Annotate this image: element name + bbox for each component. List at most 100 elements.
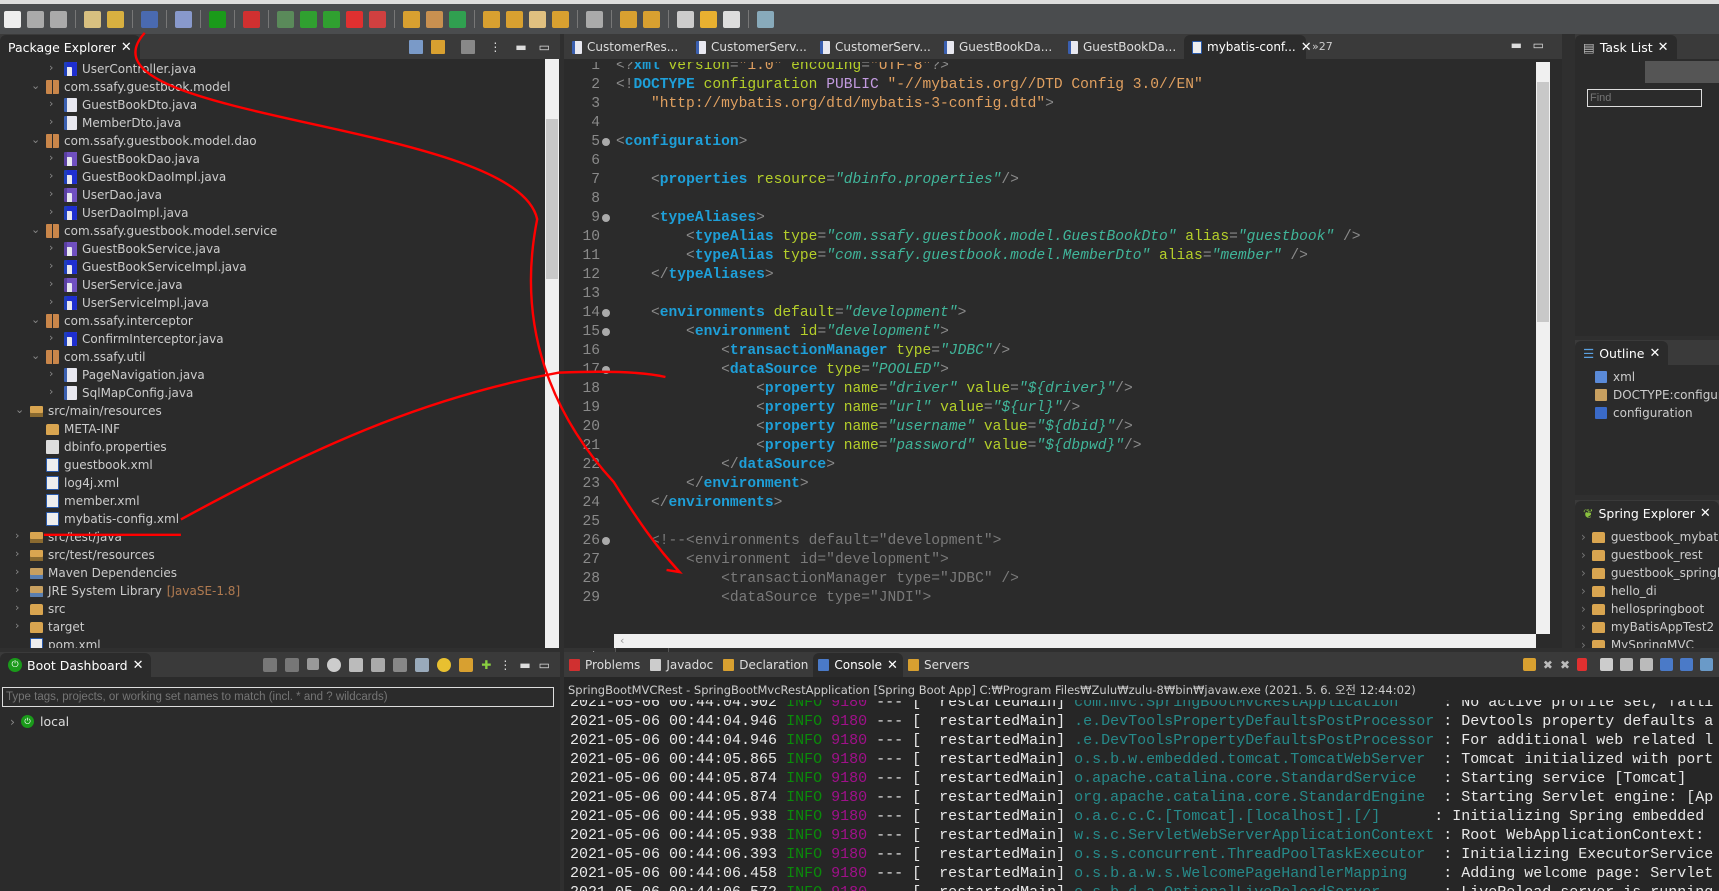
- chevron-right-icon[interactable]: ›: [1581, 584, 1586, 598]
- link-icon[interactable]: [459, 658, 474, 672]
- toolbar-button-icon[interactable]: [506, 10, 523, 28]
- console-icon[interactable]: [349, 658, 364, 672]
- toolbar-button-icon[interactable]: [243, 10, 260, 28]
- toolbar-button-icon[interactable]: [369, 10, 386, 28]
- tab-outline[interactable]: ☰ Outline ✕: [1575, 341, 1669, 365]
- minimize-icon[interactable]: ▬: [519, 658, 530, 672]
- minimize-icon[interactable]: ▬: [515, 40, 526, 54]
- tab-spring-explorer[interactable]: ❦ Spring Explorer ✕: [1575, 501, 1719, 525]
- new-task-button[interactable]: [1645, 61, 1719, 83]
- outline-item[interactable]: configuration: [1595, 406, 1693, 420]
- tree-item[interactable]: src/main/resources: [30, 402, 162, 420]
- tree-item[interactable]: ConfirmInterceptor.java: [64, 330, 224, 348]
- editor-hscrollbar[interactable]: ‹: [614, 634, 1536, 648]
- editor-tab[interactable]: CustomerServ...: [812, 35, 936, 59]
- fold-toggle-icon[interactable]: [602, 214, 610, 222]
- chevron-right-icon[interactable]: ›: [49, 295, 59, 308]
- toolbar-button-icon[interactable]: [346, 10, 363, 28]
- tree-item[interactable]: GuestBookDto.java: [64, 96, 197, 114]
- open-console-icon[interactable]: [1700, 658, 1713, 671]
- tab-task-list[interactable]: ▤ Task List ✕: [1575, 35, 1677, 59]
- editor-tab[interactable]: CustomerRes...: [564, 35, 688, 59]
- spring-project-item[interactable]: › myBatisAppTest2: [1581, 620, 1714, 634]
- toolbar-button-icon[interactable]: [107, 10, 124, 28]
- collapse-all-icon[interactable]: [409, 40, 424, 54]
- chevron-down-icon[interactable]: ⌄: [15, 403, 25, 416]
- tree-item[interactable]: PageNavigation.java: [64, 366, 205, 384]
- fold-toggle-icon[interactable]: [602, 537, 610, 545]
- close-icon[interactable]: ✕: [1700, 506, 1711, 521]
- minimize-icon[interactable]: ▬: [1511, 38, 1522, 52]
- tab-boot-dashboard[interactable]: ⏻ Boot Dashboard ✕: [0, 653, 152, 677]
- tree-item[interactable]: com.ssafy.guestbook.model: [46, 78, 231, 96]
- close-icon[interactable]: ✕: [1649, 346, 1660, 361]
- chevron-right-icon[interactable]: ›: [49, 331, 59, 344]
- spring-project-item[interactable]: › guestbook_mybatis: [1581, 530, 1719, 544]
- toolbar-button-icon[interactable]: [4, 10, 21, 28]
- tree-item[interactable]: com.ssafy.util: [46, 348, 146, 366]
- tree-item[interactable]: com.ssafy.interceptor: [46, 312, 193, 330]
- tree-item[interactable]: target: [30, 618, 85, 636]
- tree-item[interactable]: Maven Dependencies: [30, 564, 177, 582]
- close-icon[interactable]: ✕: [133, 658, 144, 673]
- toolbar-button-icon[interactable]: [323, 10, 340, 28]
- add-icon[interactable]: ✚: [481, 658, 491, 672]
- toolbar-button-icon[interactable]: [84, 10, 101, 28]
- link-with-editor-icon[interactable]: [431, 40, 446, 54]
- pin-icon[interactable]: [1522, 658, 1536, 671]
- chevron-right-icon[interactable]: ›: [49, 169, 59, 182]
- stop-icon[interactable]: [307, 658, 320, 670]
- filter-icon[interactable]: [461, 40, 476, 54]
- chevron-right-icon[interactable]: ›: [49, 97, 59, 110]
- close-icon[interactable]: ✕: [121, 40, 132, 55]
- chevron-right-icon[interactable]: ›: [15, 601, 25, 614]
- spring-project-item[interactable]: › guestbook_rest: [1581, 548, 1703, 562]
- chevron-right-icon[interactable]: ›: [15, 547, 25, 560]
- tree-item[interactable]: JRE System Library [JavaSE-1.8]: [30, 582, 240, 600]
- toolbar-button-icon[interactable]: [175, 10, 192, 28]
- remove-launch-icon[interactable]: ✖: [1543, 658, 1553, 672]
- toolbar-button-icon[interactable]: [209, 10, 226, 28]
- tab-overflow-button[interactable]: »27: [1312, 40, 1333, 53]
- chevron-down-icon[interactable]: ⌄: [31, 349, 41, 362]
- toolbar-button-icon[interactable]: [449, 10, 466, 28]
- refresh-icon[interactable]: [371, 658, 386, 672]
- chevron-right-icon[interactable]: ›: [49, 151, 59, 164]
- tree-item[interactable]: UserController.java: [64, 60, 196, 78]
- toolbar-button-icon[interactable]: [700, 10, 717, 28]
- tree-item[interactable]: UserServiceImpl.java: [64, 294, 209, 312]
- show-on-error-icon[interactable]: [1680, 658, 1693, 671]
- spring-project-item[interactable]: › hellospringboot: [1581, 602, 1704, 616]
- properties-icon[interactable]: [415, 658, 430, 672]
- fold-toggle-icon[interactable]: [602, 328, 610, 336]
- fold-toggle-icon[interactable]: [602, 309, 610, 317]
- chevron-right-icon[interactable]: ›: [49, 277, 59, 290]
- word-wrap-icon[interactable]: [1640, 658, 1653, 671]
- tree-item[interactable]: log4j.xml: [46, 474, 119, 492]
- chevron-right-icon[interactable]: ›: [49, 187, 59, 200]
- chevron-right-icon[interactable]: ›: [1581, 566, 1586, 580]
- tree-item[interactable]: com.ssafy.guestbook.model.dao: [46, 132, 257, 150]
- tab-servers[interactable]: Servers: [903, 653, 975, 677]
- toolbar-button-icon[interactable]: [300, 10, 317, 28]
- xml-source-editor[interactable]: 1 <?xml version="1.0" encoding="UTF-8"?> 2…: [564, 62, 1544, 622]
- tree-item[interactable]: member.xml: [46, 492, 140, 510]
- tree-scrollbar[interactable]: [545, 59, 559, 648]
- chevron-right-icon[interactable]: ›: [49, 259, 59, 272]
- chevron-right-icon[interactable]: ›: [49, 367, 59, 380]
- chevron-right-icon[interactable]: ›: [49, 115, 59, 128]
- chevron-right-icon[interactable]: ›: [49, 205, 59, 218]
- toolbar-button-icon[interactable]: [277, 10, 294, 28]
- tree-item[interactable]: GuestBookService.java: [64, 240, 220, 258]
- fold-toggle-icon[interactable]: [602, 366, 610, 374]
- chevron-right-icon[interactable]: ›: [1581, 602, 1586, 616]
- tab-problems[interactable]: Problems: [564, 653, 645, 677]
- toolbar-button-icon[interactable]: [529, 10, 546, 28]
- toolbar-button-icon[interactable]: [643, 10, 660, 28]
- chevron-right-icon[interactable]: ›: [1581, 548, 1586, 562]
- view-menu-icon[interactable]: ⋮: [489, 40, 501, 54]
- toolbar-button-icon[interactable]: [723, 10, 740, 28]
- terminate-icon[interactable]: [1577, 658, 1587, 671]
- close-icon[interactable]: ✕: [887, 658, 898, 673]
- close-icon[interactable]: ✕: [1658, 40, 1669, 55]
